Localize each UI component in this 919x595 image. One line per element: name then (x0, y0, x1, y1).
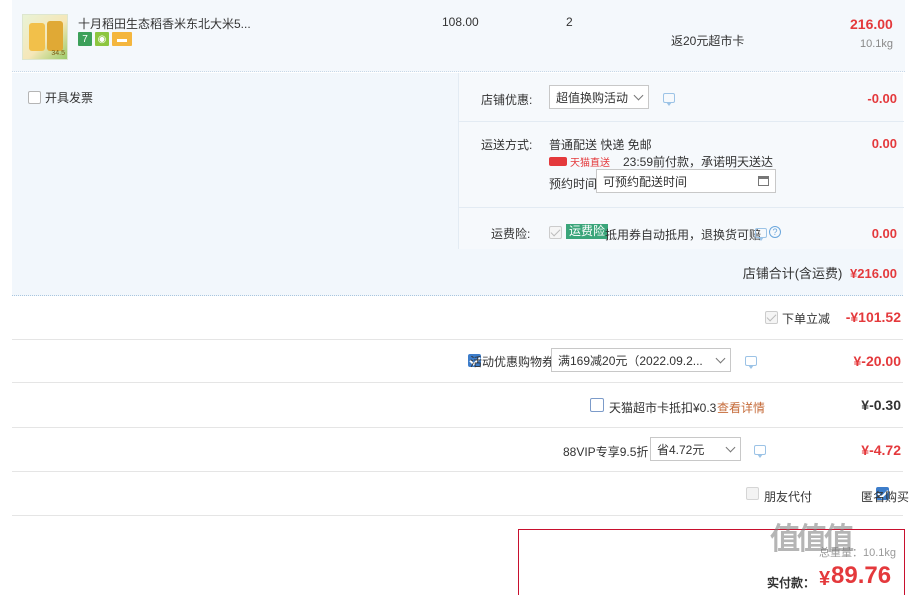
schedule-placeholder: 可预约配送时间 (603, 174, 688, 189)
supermarket-card-label: 天猫超市卡抵扣¥0.3 (609, 401, 717, 415)
shipping-amount: 0.00 (871, 136, 897, 151)
supermarket-card-icon: ▬ (112, 32, 132, 46)
help-icon[interactable]: ? (769, 226, 781, 238)
insurance-checkbox[interactable] (549, 226, 562, 239)
vip-discount-value: 省4.72元 (657, 442, 705, 457)
product-thumbnail[interactable]: 34.5 (22, 14, 68, 60)
coupon-value: 满169减20元（2022.09.2... (558, 353, 703, 368)
shipping-method: 普通配送 快递 免邮 (549, 138, 652, 152)
tmall-direct-label: 天猫直送 (570, 158, 610, 169)
insurance-amount: 0.00 (871, 226, 897, 241)
product-badges: 7 ◉ ▬ (78, 32, 132, 46)
pay-label: 实付款： (767, 576, 816, 590)
watermark-logo: 值值值 (770, 523, 854, 556)
shop-promo-value: 超值换购活动 (556, 90, 629, 105)
green-guarantee-icon: ◉ (95, 32, 109, 46)
shop-options-panel: 店铺优惠: 超值换购活动 -0.00 运送方式: 普通配送 快递 免邮 天猫直送… (458, 73, 904, 249)
shop-promo-label: 店铺优惠: (481, 93, 533, 107)
friend-pay-checkbox[interactable] (746, 487, 759, 500)
chevron-down-icon (633, 90, 644, 100)
invoice-option[interactable]: 开具发票 (28, 89, 93, 106)
pay-amount: 89.76 (831, 562, 892, 589)
schedule-label: 预约时间 (549, 177, 598, 191)
supermarket-card-details-link[interactable]: 查看详情 (717, 399, 765, 416)
product-row: 34.5 十月稻田生态稻香米东北大米5... 7 ◉ ▬ 108.00 2 返2… (12, 0, 905, 72)
insurance-desc: 抵用券自动抵用，退换货可赔 (605, 228, 762, 242)
rebate-text: 返20元超市卡 (671, 34, 745, 48)
thumbnail-tag: 34.5 (51, 50, 65, 57)
shop-summary-box: 开具发票 店铺优惠: 超值换购活动 -0.00 运送方式: 普通配送 快递 免邮… (12, 73, 904, 296)
coupon-label: 活动优惠购物券 (470, 355, 555, 369)
shop-total: 店铺合计(含运费) ¥216.00 (743, 263, 897, 282)
message-icon[interactable] (755, 228, 767, 241)
vip-discount-select[interactable]: 省4.72元 (650, 437, 741, 461)
shop-promo-select[interactable]: 超值换购活动 (549, 85, 649, 109)
unit-price: 108.00 (442, 15, 479, 29)
delivery-promise: 23:59前付款，承诺明天送达 (623, 155, 774, 169)
instant-discount-amount: -¥101.52 (845, 309, 901, 325)
chevron-down-icon (725, 442, 736, 452)
schedule-time-input[interactable]: 可预约配送时间 (596, 169, 776, 193)
vip-discount-label: 88VIP专享9.5折 (563, 445, 649, 459)
vip-discount-amount: ¥-4.72 (861, 442, 901, 458)
shop-promo-amount: -0.00 (867, 91, 897, 106)
product-weight: 10.1kg (860, 38, 894, 50)
shop-total-amount: ¥216.00 (850, 266, 897, 281)
shop-total-label: 店铺合计(含运费) (742, 266, 843, 281)
instant-discount-checkbox[interactable] (765, 311, 778, 324)
supermarket-card-amount: ¥-0.30 (861, 397, 901, 413)
message-icon[interactable] (754, 445, 766, 458)
insurance-tag: 运费险 (566, 224, 609, 239)
friend-pay-label: 朋友代付 (764, 490, 813, 504)
product-title[interactable]: 十月稻田生态稻香米东北大米5... (78, 15, 251, 32)
quantity: 2 (566, 15, 573, 29)
product-subtotal: 216.00 (850, 16, 893, 32)
anonymous-label: 匿名购买 (861, 490, 910, 504)
chevron-down-icon (715, 353, 726, 363)
insurance-label: 运费险: (491, 227, 531, 241)
pay-symbol: ¥ (819, 568, 831, 590)
shipping-label: 运送方式: (481, 138, 533, 152)
calendar-icon (758, 176, 769, 186)
supermarket-card-checkbox[interactable] (590, 398, 604, 412)
invoice-checkbox[interactable] (28, 91, 41, 104)
coupon-select[interactable]: 满169减20元（2022.09.2... (551, 348, 731, 372)
tmall-direct-tag: 天猫直送 (549, 154, 610, 169)
message-icon[interactable] (745, 356, 757, 369)
message-icon[interactable] (663, 93, 675, 106)
truck-icon (549, 157, 567, 166)
invoice-label: 开具发票 (45, 91, 94, 105)
coupon-amount: ¥-20.00 (853, 353, 901, 369)
seven-day-return-icon: 7 (78, 32, 92, 46)
instant-discount-label: 下单立减 (782, 312, 831, 326)
